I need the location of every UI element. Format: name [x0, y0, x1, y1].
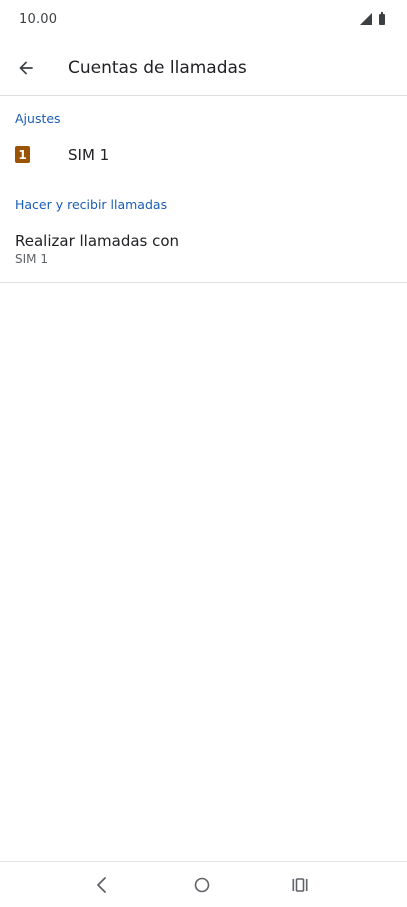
status-bar: 10.00	[0, 0, 407, 40]
navigation-bar	[0, 861, 407, 907]
recents-nav-icon	[292, 878, 308, 892]
app-bar: Cuentas de llamadas	[0, 40, 407, 96]
nav-back-button[interactable]	[82, 868, 122, 902]
arrow-left-icon	[19, 61, 33, 75]
status-time: 10.00	[19, 12, 58, 27]
list-item-title: Realizar llamadas con	[15, 232, 180, 250]
list-item-subtitle: SIM 1	[15, 252, 48, 266]
list-item-sim1[interactable]: 1 SIM 1	[0, 140, 407, 170]
list-item-realizar-llamadas[interactable]: Realizar llamadas con SIM 1	[0, 226, 407, 274]
divider	[0, 282, 407, 283]
sim-card-icon: 1	[15, 146, 30, 163]
list-item-title: SIM 1	[68, 146, 110, 164]
battery-icon	[379, 12, 385, 25]
home-nav-icon	[194, 877, 210, 893]
signal-icon	[360, 13, 372, 25]
nav-home-button[interactable]	[182, 868, 222, 902]
section-header-ajustes: Ajustes	[15, 111, 61, 126]
status-icons	[360, 12, 385, 25]
page-title: Cuentas de llamadas	[68, 58, 247, 78]
nav-recents-button[interactable]	[280, 868, 320, 902]
back-nav-icon	[97, 877, 106, 893]
back-button[interactable]	[6, 48, 46, 88]
section-header-hacer-recibir: Hacer y recibir llamadas	[15, 197, 168, 212]
